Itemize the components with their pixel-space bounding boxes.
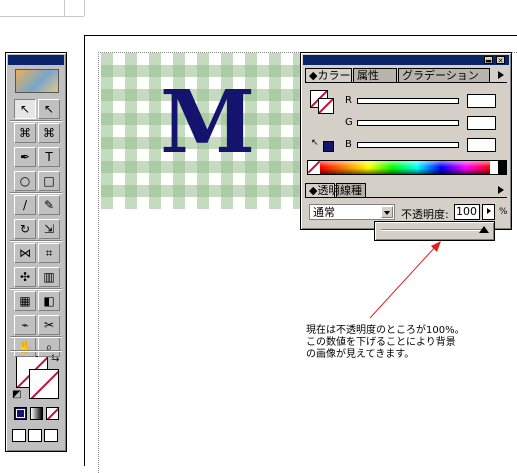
annotation-line-1: 現在は不透明度のところが100%。 [306,325,465,336]
tab-transparency[interactable]: ◆透明 [305,183,339,197]
annotation-arrow [369,241,441,319]
tab-color[interactable]: ◆カラー [305,68,352,82]
annotation-line-2: この数値を下げることにより背景 [306,337,456,348]
annotation-note: 現在は不透明度のところが100%。 この数値を下げることにより背景 の画像が見え… [306,325,506,361]
annotation-line-3: の画像が見えてきます。 [306,349,415,360]
